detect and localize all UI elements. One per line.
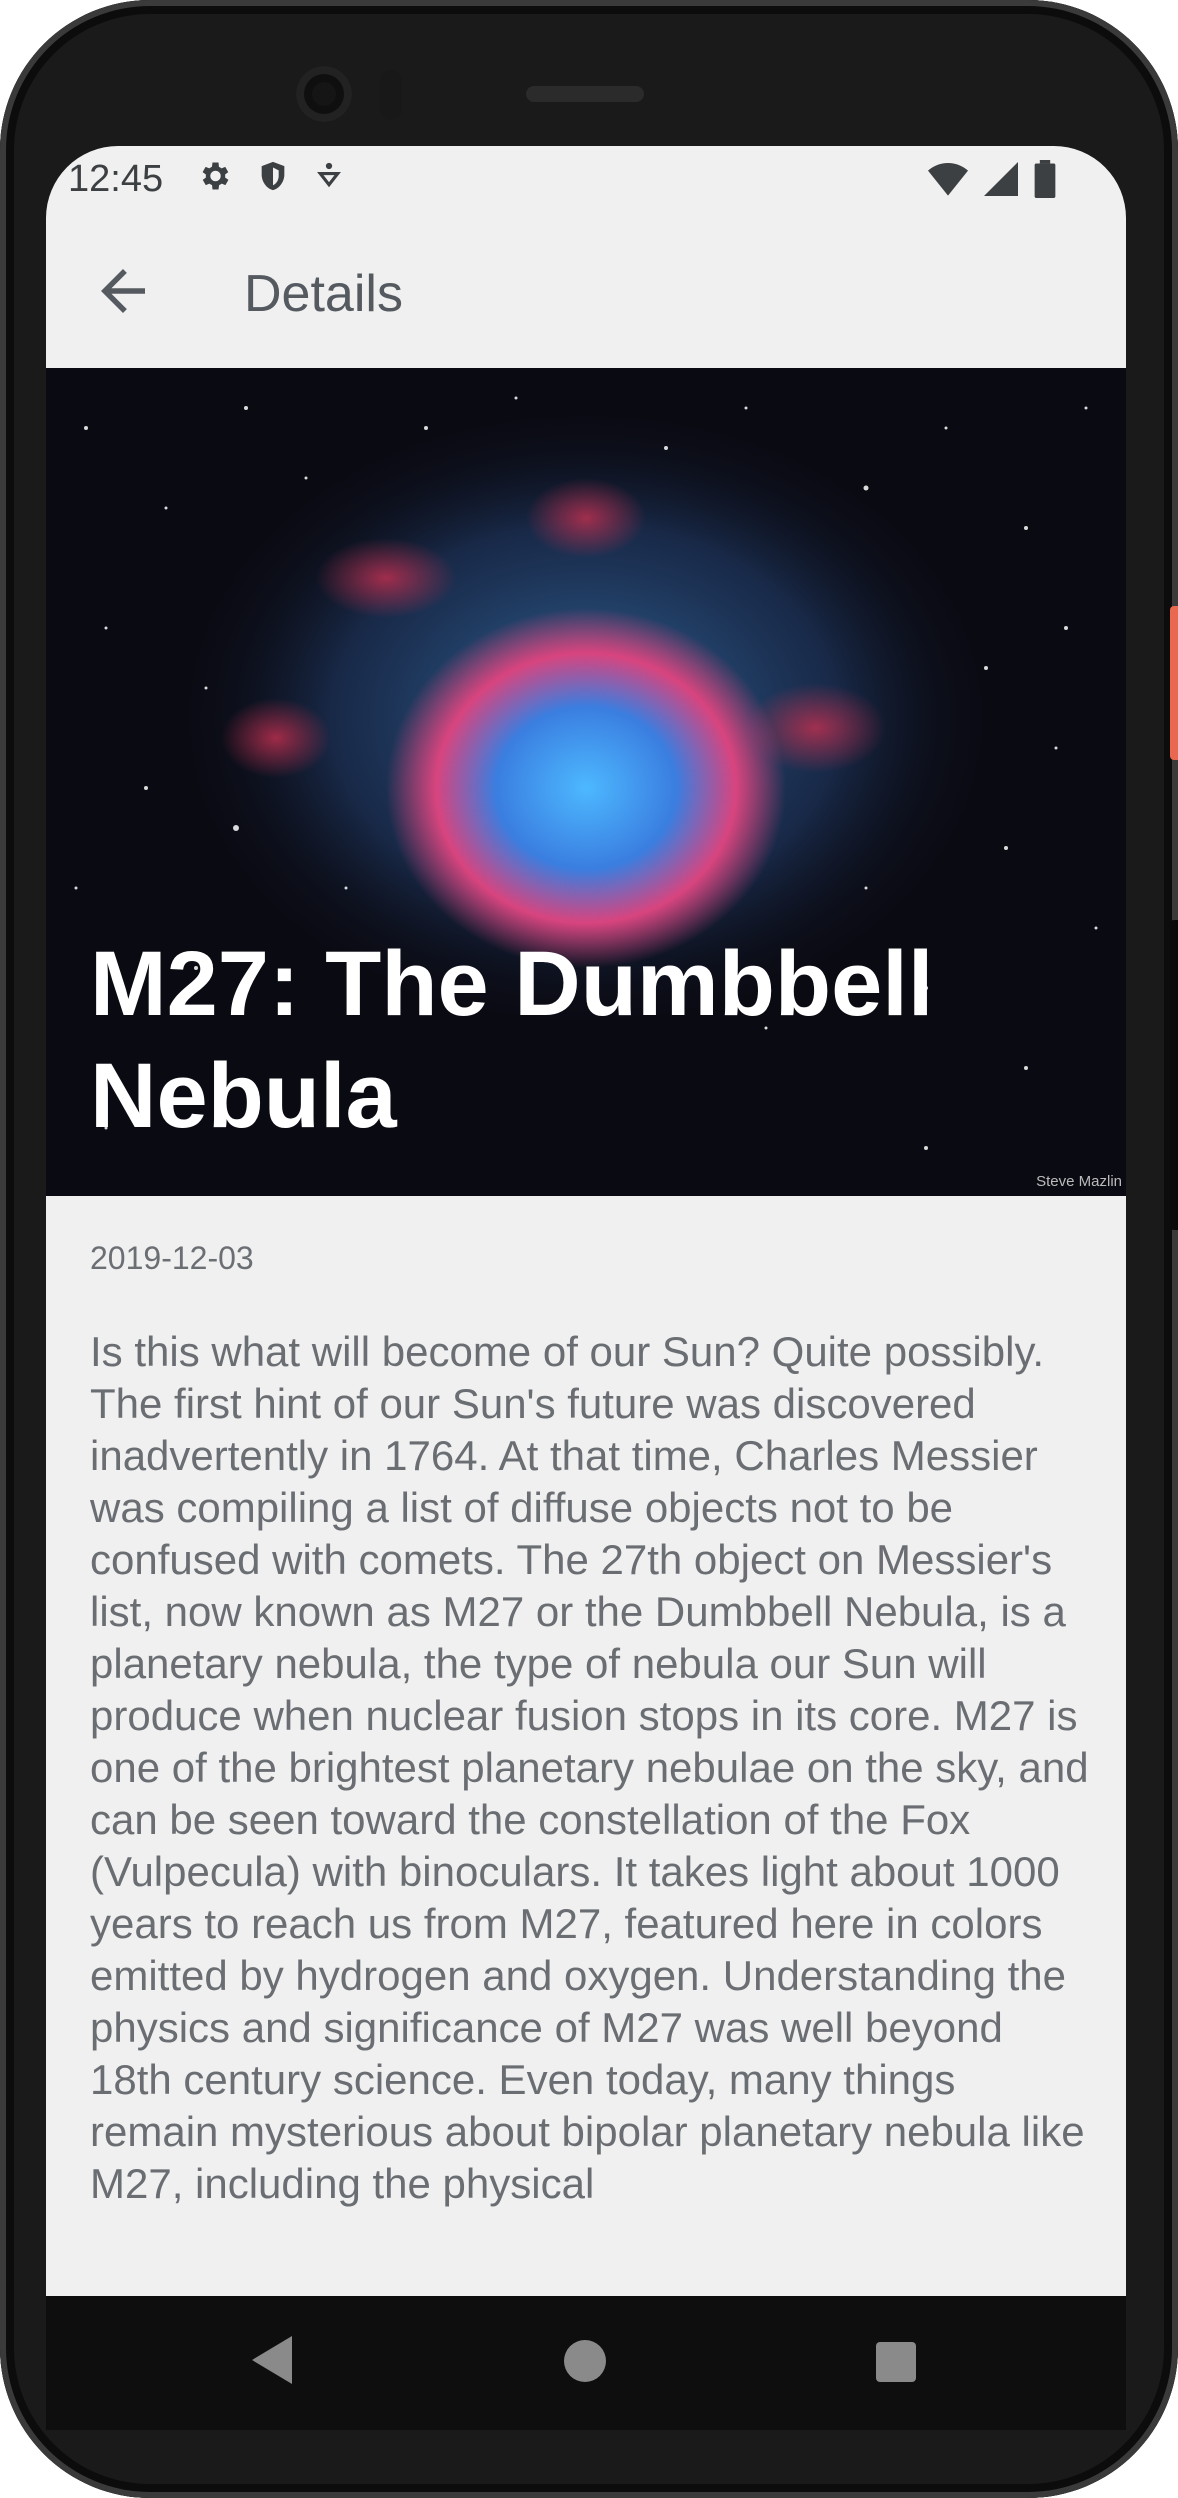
- status-time: 12:45: [68, 158, 164, 200]
- wifi-icon: [928, 163, 968, 196]
- volume-button: [1170, 920, 1178, 1230]
- app-bar: Details: [46, 218, 1126, 368]
- accessibility-icon: [317, 162, 341, 188]
- home-circle-icon[interactable]: [564, 2340, 606, 2382]
- article-title: M27: The Dumbbell Nebula: [90, 933, 934, 1147]
- hero-image: M27: The Dumbbell Nebula Steve Mazlin: [46, 368, 1126, 1196]
- navigation-bar: [46, 2296, 1126, 2430]
- back-button[interactable]: [90, 258, 156, 324]
- power-button: [1170, 606, 1178, 760]
- status-bar: 12:45: [46, 146, 1126, 218]
- page-title: Details: [244, 265, 403, 323]
- earpiece-speaker: [526, 86, 644, 102]
- gear-icon: [202, 162, 229, 190]
- screen: 12:45 Details M27: The Dumbbell Nebula S…: [46, 146, 1126, 2430]
- front-camera: [296, 66, 352, 122]
- article-date: 2019-12-03: [90, 1240, 254, 1276]
- phone-frame: 12:45 Details M27: The Dumbbell Nebula S…: [0, 0, 1178, 2498]
- article-body: Is this what will become of our Sun? Qui…: [90, 1328, 1101, 2207]
- signal-icon: [984, 162, 1018, 196]
- back-triangle-icon[interactable]: [252, 2336, 292, 2384]
- battery-icon: [1034, 160, 1056, 198]
- recents-square-icon[interactable]: [876, 2342, 916, 2382]
- arrow-left-icon: [101, 269, 145, 313]
- shield-icon: [261, 161, 285, 191]
- proximity-sensor: [380, 70, 402, 120]
- image-credit: Steve Mazlin: [1036, 1173, 1122, 1190]
